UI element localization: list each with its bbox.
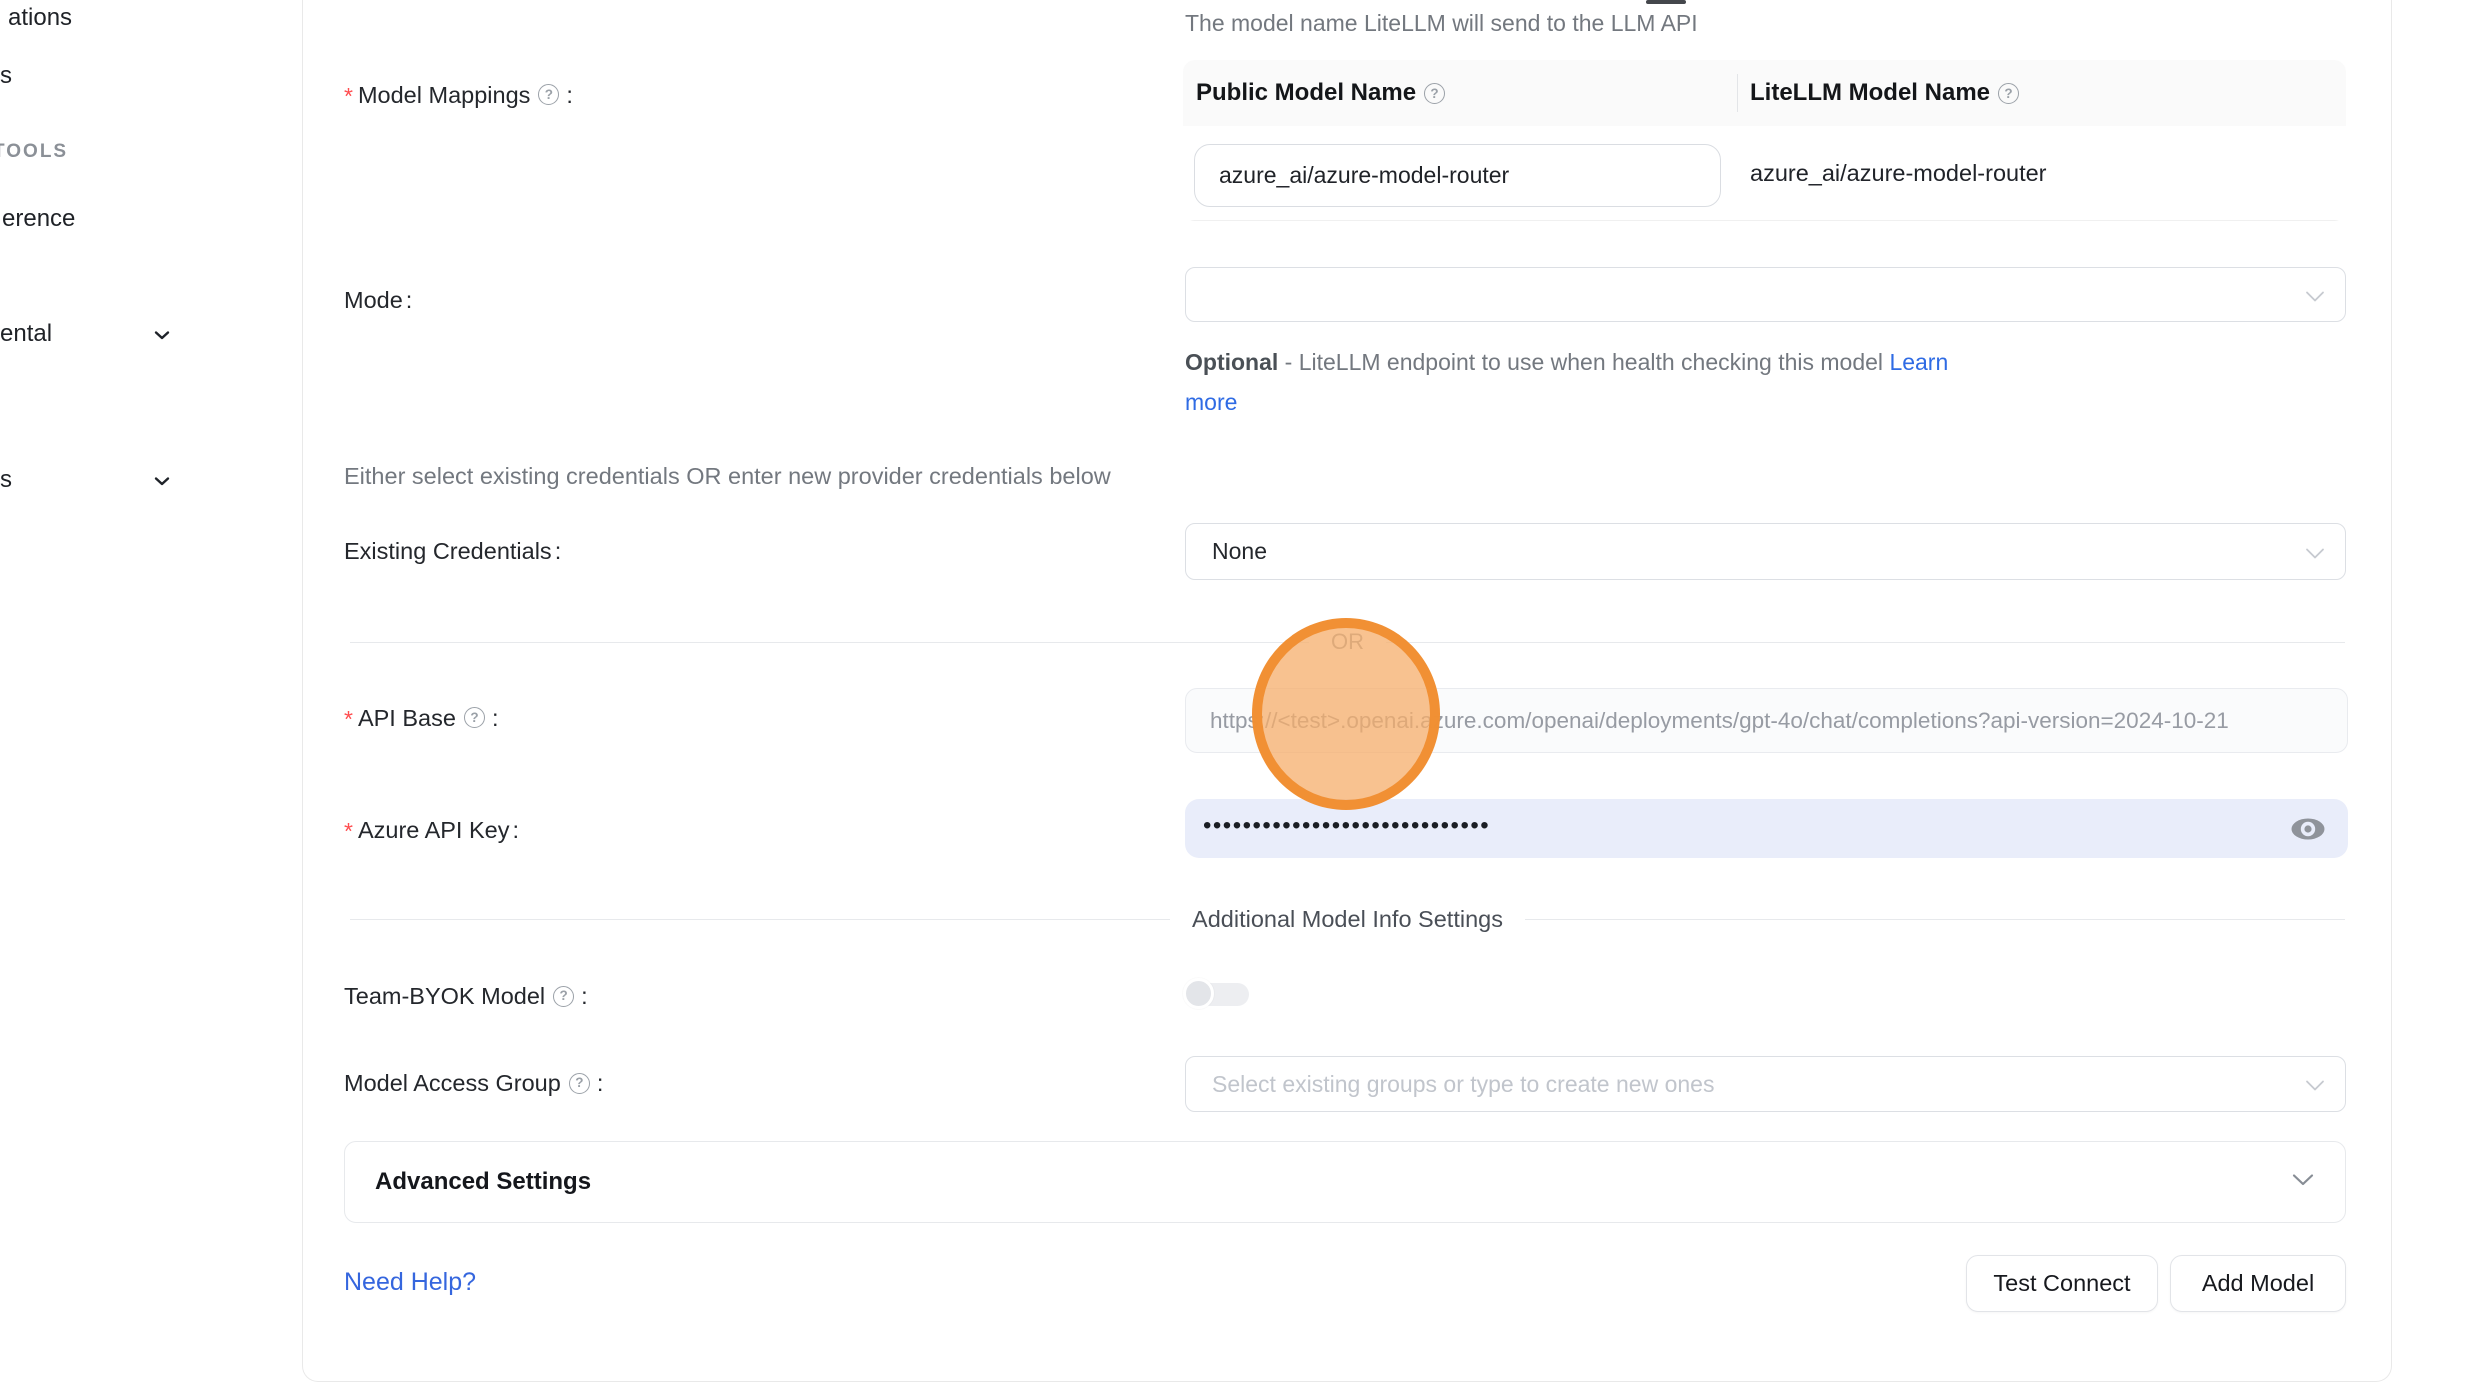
model-access-group-placeholder: Select existing groups or type to create… [1212, 1071, 1714, 1098]
litellm-model-name-helper: The model name LiteLLM will send to the … [1185, 10, 1698, 37]
api-base-label: * API Base ? : [344, 701, 498, 734]
mode-select[interactable] [1185, 267, 2346, 322]
chevron-down-icon[interactable] [150, 323, 174, 352]
table-row: azure_ai/azure-model-router [1183, 126, 2346, 220]
litellm-model-name-value: azure_ai/azure-model-router [1750, 126, 2047, 220]
need-help-link[interactable]: Need Help? [344, 1268, 476, 1297]
api-base-input[interactable]: https://<test>.openai.azure.com/openai/d… [1185, 688, 2348, 753]
team-byok-toggle[interactable] [1183, 978, 1249, 1010]
help-question-icon[interactable]: ? [569, 1073, 590, 1094]
help-question-icon[interactable]: ? [553, 986, 574, 1007]
mode-label: Mode: [344, 285, 412, 315]
test-connect-button[interactable]: Test Connect [1966, 1255, 2158, 1312]
add-model-button[interactable]: Add Model [2170, 1255, 2346, 1312]
existing-credentials-select[interactable]: None [1185, 523, 2346, 580]
chevron-down-icon [2305, 538, 2325, 565]
chevron-down-icon[interactable] [150, 469, 174, 498]
azure-api-key-input[interactable]: ••••••••••••••••••••••••••••• [1185, 799, 2348, 858]
help-question-icon[interactable]: ? [1424, 83, 1445, 104]
existing-credentials-label: Existing Credentials: [344, 536, 561, 566]
team-byok-label: Team-BYOK Model ? : [344, 981, 588, 1011]
sidebar-item-guardrails[interactable]: s [0, 62, 12, 90]
or-divider: OR [350, 627, 2345, 657]
model-access-group-label: Model Access Group ? : [344, 1068, 603, 1098]
help-question-icon[interactable]: ? [464, 707, 485, 728]
public-model-name-input[interactable] [1194, 144, 1721, 207]
eye-icon[interactable] [2290, 814, 2326, 844]
optional-badge-text: Optional [1185, 349, 1278, 375]
mode-helper-text: Optional - LiteLLM endpoint to use when … [1185, 342, 2000, 422]
advanced-settings-title: Advanced Settings [375, 1168, 591, 1196]
help-question-icon[interactable]: ? [538, 84, 559, 105]
chevron-down-icon [2305, 1071, 2325, 1098]
add-model-form-screen: ations s TOOLS erence ental s The model … [0, 0, 2477, 1385]
sidebar-item-experimental[interactable]: ental [0, 320, 52, 348]
chevron-down-icon [2291, 1173, 2315, 1192]
existing-credentials-value: None [1212, 538, 1267, 565]
sidebar-item-settings[interactable]: s [0, 466, 12, 494]
table-header-row: Public Model Name ? LiteLLM Model Name ? [1183, 60, 2346, 126]
help-question-icon[interactable]: ? [1998, 83, 2019, 104]
sidebar-item-api-reference[interactable]: erence [2, 205, 75, 233]
azure-api-key-label: * Azure API Key : [344, 813, 519, 846]
column-header-public-model-name: Public Model Name ? [1183, 79, 1737, 107]
header-divider [1737, 74, 1738, 112]
credentials-note: Either select existing credentials OR en… [344, 463, 1111, 490]
chevron-down-icon [2305, 281, 2325, 308]
toggle-knob [1183, 978, 1214, 1009]
column-header-litellm-model-name: LiteLLM Model Name ? [1737, 79, 2023, 107]
sidebar-item-organizations[interactable]: ations [8, 4, 72, 32]
required-asterisk: * [344, 816, 353, 846]
additional-settings-divider: Additional Model Info Settings [350, 904, 2345, 934]
model-mappings-table: Public Model Name ? LiteLLM Model Name ?… [1183, 60, 2346, 221]
model-mappings-label: * Model Mappings ? : [344, 78, 573, 111]
masked-key-value: ••••••••••••••••••••••••••••• [1203, 812, 1490, 840]
model-access-group-select[interactable]: Select existing groups or type to create… [1185, 1056, 2346, 1112]
cropped-element-fragment [1646, 0, 1686, 4]
advanced-settings-panel[interactable]: Advanced Settings [344, 1141, 2346, 1223]
required-asterisk: * [344, 81, 353, 111]
sidebar-section-tools: TOOLS [0, 141, 68, 163]
required-asterisk: * [344, 704, 353, 734]
